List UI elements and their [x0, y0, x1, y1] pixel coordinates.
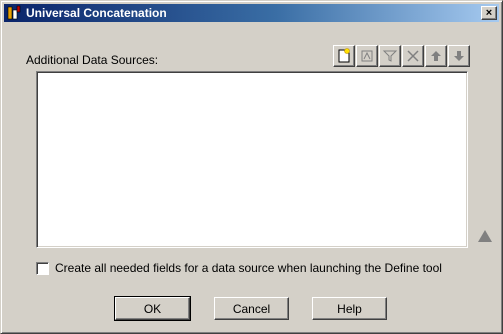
- additional-data-sources-label: Additional Data Sources:: [26, 53, 159, 67]
- create-fields-label: Create all needed fields for a data sour…: [55, 261, 442, 275]
- create-fields-option[interactable]: Create all needed fields for a data sour…: [36, 261, 442, 275]
- new-source-button[interactable]: [333, 45, 355, 67]
- delete-button[interactable]: [402, 45, 424, 67]
- define-button[interactable]: [356, 45, 378, 67]
- dialog-window: Universal Concatenation × Additional Dat…: [0, 0, 503, 334]
- window-title: Universal Concatenation: [26, 6, 167, 20]
- expand-triangle-icon[interactable]: [477, 229, 493, 246]
- define-icon: [361, 50, 373, 62]
- ok-button[interactable]: OK: [114, 296, 191, 321]
- new-source-icon: [338, 48, 350, 63]
- title-bar[interactable]: Universal Concatenation ×: [4, 4, 499, 22]
- data-sources-list[interactable]: [36, 71, 468, 248]
- filter-button[interactable]: [379, 45, 401, 67]
- close-button[interactable]: ×: [481, 6, 497, 20]
- create-fields-checkbox[interactable]: [36, 261, 49, 275]
- move-down-button[interactable]: [448, 45, 470, 67]
- move-down-icon: [454, 51, 464, 61]
- cancel-button[interactable]: Cancel: [214, 297, 289, 320]
- move-up-button[interactable]: [425, 45, 447, 67]
- delete-icon: [407, 50, 419, 62]
- app-icon: [6, 5, 22, 21]
- sources-toolbar: [333, 45, 470, 67]
- filter-icon: [382, 50, 398, 62]
- help-button[interactable]: Help: [312, 297, 387, 320]
- close-icon: ×: [485, 6, 493, 19]
- move-up-icon: [431, 51, 441, 61]
